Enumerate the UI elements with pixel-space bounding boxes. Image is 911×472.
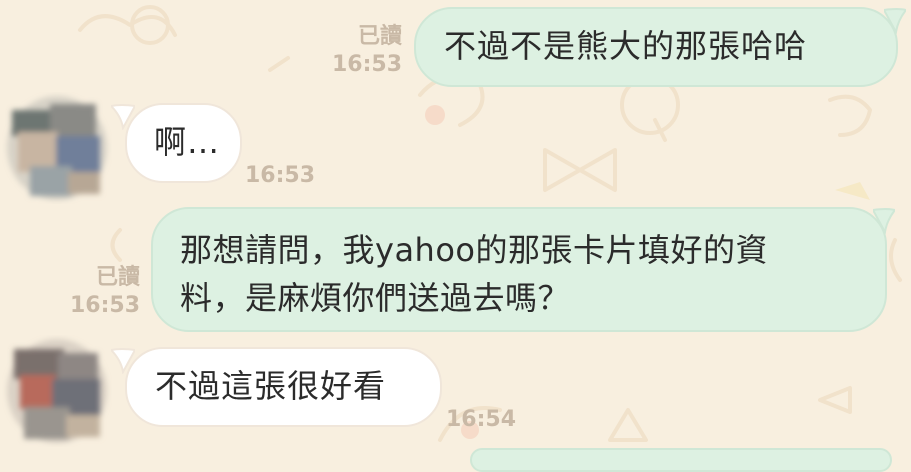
blurred-avatar-icon: [7, 339, 107, 443]
bubble-tail: [111, 348, 135, 374]
read-receipt: 已讀: [95, 265, 140, 290]
message-time: 16:53: [331, 52, 402, 77]
message-time: 16:54: [446, 407, 517, 432]
bubble-tail: [884, 8, 906, 34]
sender-avatar[interactable]: [2, 335, 112, 447]
message-meta: 已讀 16:53: [58, 265, 140, 319]
sender-avatar[interactable]: [2, 92, 112, 204]
message-bubble[interactable]: 不過不是熊大的那張哈哈: [414, 7, 898, 87]
message-bubble[interactable]: 那想請問，我yahoo的那張卡片填好的資 料，是麻煩你們送過去嗎？: [151, 207, 887, 332]
bubble-tail: [111, 104, 135, 130]
message-time: 16:53: [69, 293, 140, 318]
message-meta: 已讀 16:53: [318, 24, 402, 78]
message-time: 16:53: [245, 163, 316, 188]
message-bubble[interactable]: 啊…: [125, 103, 242, 183]
message-bubble[interactable]: 不過這張很好看: [125, 347, 442, 427]
read-receipt: 已讀: [357, 24, 402, 49]
bubble-tail: [873, 208, 895, 234]
blurred-avatar-icon: [7, 96, 107, 200]
